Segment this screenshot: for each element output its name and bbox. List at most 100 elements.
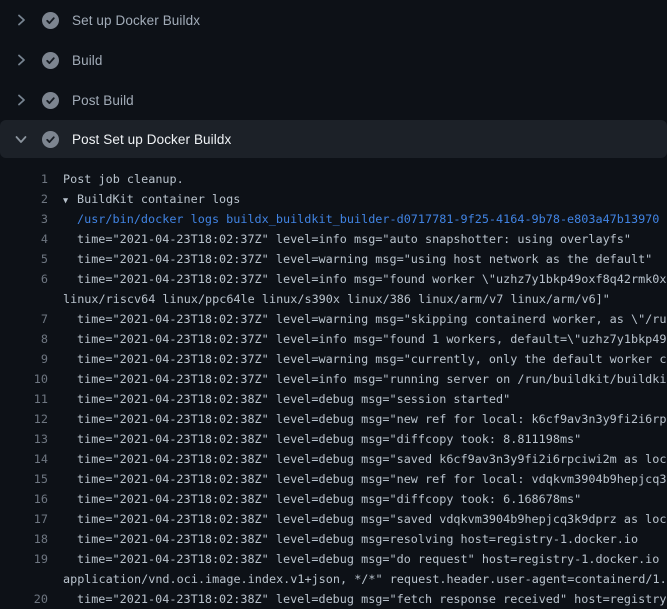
step-label: Build — [72, 53, 103, 68]
chevron-right-icon — [13, 52, 29, 68]
log-line-content: /usr/bin/docker logs buildx_buildkit_bui… — [77, 212, 659, 226]
log-line-number[interactable]: 12 — [0, 409, 48, 429]
step-label: Post Build — [72, 93, 134, 108]
log-line-text: ▼time="2021-04-23T18:02:38Z" level=debug… — [48, 409, 667, 429]
check-circle-icon — [42, 52, 59, 69]
chevron-icon — [13, 12, 29, 28]
log-line-number[interactable]: 16 — [0, 489, 48, 509]
log-line-text: ▼Post job cleanup. — [48, 169, 667, 189]
step-header-set-up-docker-buildx[interactable]: Set up Docker Buildx — [0, 0, 667, 40]
step-header-build[interactable]: Build — [0, 40, 667, 80]
log-line-content: time="2021-04-23T18:02:38Z" level=debug … — [77, 592, 667, 606]
log-line-number[interactable]: 3 — [0, 209, 48, 229]
log-line-content: time="2021-04-23T18:02:37Z" level=warnin… — [77, 352, 667, 366]
log-line-content: time="2021-04-23T18:02:38Z" level=debug … — [77, 452, 667, 466]
log-line-number[interactable]: 2 — [0, 189, 48, 209]
log-line-number[interactable]: 4 — [0, 229, 48, 249]
log-line-number[interactable]: 6 — [0, 269, 48, 289]
check-circle-icon — [42, 92, 59, 109]
log-row: 2 ▼BuildKit container logs — [0, 189, 667, 209]
log-line-text: ▼linux/riscv64 linux/ppc64le linux/s390x… — [48, 289, 667, 309]
check-circle-icon — [42, 12, 59, 29]
log-line-number[interactable]: 17 — [0, 509, 48, 529]
log-line-content: time="2021-04-23T18:02:38Z" level=debug … — [77, 532, 638, 546]
log-line-text: ▼time="2021-04-23T18:02:37Z" level=info … — [48, 229, 667, 249]
log-line-number[interactable]: 10 — [0, 369, 48, 389]
chevron-down-icon — [13, 131, 29, 147]
log-line-content: application/vnd.oci.image.index.v1+json,… — [63, 572, 667, 586]
log-row: 12 ▼time="2021-04-23T18:02:38Z" level=de… — [0, 409, 667, 429]
log-line-content: time="2021-04-23T18:02:38Z" level=debug … — [77, 512, 667, 526]
log-line-text: ▼time="2021-04-23T18:02:38Z" level=debug… — [48, 469, 667, 489]
collapse-triangle-icon[interactable]: ▼ — [63, 191, 77, 209]
log-line-number[interactable]: 13 — [0, 429, 48, 449]
log-line-text: ▼time="2021-04-23T18:02:37Z" level=info … — [48, 269, 667, 289]
log-line-content: time="2021-04-23T18:02:37Z" level=warnin… — [77, 252, 652, 266]
log-row: 13 ▼time="2021-04-23T18:02:38Z" level=de… — [0, 429, 667, 449]
log-line-content: time="2021-04-23T18:02:37Z" level=info m… — [77, 272, 667, 286]
log-line-text: ▼time="2021-04-23T18:02:38Z" level=debug… — [48, 529, 667, 549]
log-line-number[interactable]: 8 — [0, 329, 48, 349]
log-line-content: time="2021-04-23T18:02:37Z" level=info m… — [77, 332, 667, 346]
log-row: 20 ▼time="2021-04-23T18:02:38Z" level=de… — [0, 589, 667, 609]
log-row: 15 ▼time="2021-04-23T18:02:38Z" level=de… — [0, 469, 667, 489]
chevron-icon — [13, 92, 29, 108]
step-label: Post Set up Docker Buildx — [72, 132, 231, 147]
log-line-number[interactable] — [0, 289, 48, 309]
chevron-icon — [13, 52, 29, 68]
log-row: 10 ▼time="2021-04-23T18:02:37Z" level=in… — [0, 369, 667, 389]
log-row: 6 ▼time="2021-04-23T18:02:37Z" level=inf… — [0, 269, 667, 289]
log-line-text: ▼time="2021-04-23T18:02:38Z" level=debug… — [48, 489, 667, 509]
log-line-number[interactable]: 7 — [0, 309, 48, 329]
log-row: 14 ▼time="2021-04-23T18:02:38Z" level=de… — [0, 449, 667, 469]
log-line-content: time="2021-04-23T18:02:37Z" level=info m… — [77, 232, 631, 246]
log-line-text: ▼time="2021-04-23T18:02:38Z" level=debug… — [48, 509, 667, 529]
log-line-content: time="2021-04-23T18:02:38Z" level=debug … — [77, 552, 667, 566]
log-line-text: ▼time="2021-04-23T18:02:38Z" level=debug… — [48, 449, 667, 469]
step-label: Set up Docker Buildx — [72, 13, 200, 28]
log-line-content: time="2021-04-23T18:02:38Z" level=debug … — [77, 412, 667, 426]
log-row: 8 ▼time="2021-04-23T18:02:37Z" level=inf… — [0, 329, 667, 349]
log-line-content: BuildKit container logs — [77, 192, 240, 206]
log-line-content: time="2021-04-23T18:02:38Z" level=debug … — [77, 472, 667, 486]
log-line-text: ▼time="2021-04-23T18:02:37Z" level=warni… — [48, 249, 667, 269]
log-line-content: time="2021-04-23T18:02:37Z" level=info m… — [77, 372, 667, 386]
chevron-icon — [13, 131, 29, 147]
log-line-number[interactable]: 1 — [0, 169, 48, 189]
log-line-text: ▼/usr/bin/docker logs buildx_buildkit_bu… — [48, 209, 667, 229]
log-line-text: ▼time="2021-04-23T18:02:38Z" level=debug… — [48, 389, 667, 409]
log-line-number[interactable]: 11 — [0, 389, 48, 409]
log-line-text: ▼time="2021-04-23T18:02:38Z" level=debug… — [48, 429, 667, 449]
steps-list: Set up Docker Buildx Build — [0, 0, 667, 158]
log-row: ▼linux/riscv64 linux/ppc64le linux/s390x… — [0, 289, 667, 309]
log-line-content: linux/riscv64 linux/ppc64le linux/s390x … — [63, 292, 610, 306]
step-header-post-build[interactable]: Post Build — [0, 80, 667, 120]
log-line-text: ▼time="2021-04-23T18:02:37Z" level=warni… — [48, 309, 667, 329]
log-row: 3 ▼/usr/bin/docker logs buildx_buildkit_… — [0, 209, 667, 229]
log-row: 11 ▼time="2021-04-23T18:02:38Z" level=de… — [0, 389, 667, 409]
log-line-number[interactable]: 15 — [0, 469, 48, 489]
chevron-right-icon — [13, 12, 29, 28]
log-row: 7 ▼time="2021-04-23T18:02:37Z" level=war… — [0, 309, 667, 329]
log-line-number[interactable]: 5 — [0, 249, 48, 269]
log-row: 18 ▼time="2021-04-23T18:02:38Z" level=de… — [0, 529, 667, 549]
log-line-content: time="2021-04-23T18:02:38Z" level=debug … — [77, 392, 510, 406]
log-row: 1 ▼Post job cleanup. — [0, 169, 667, 189]
check-circle-icon — [42, 131, 59, 148]
log-line-text: ▼time="2021-04-23T18:02:37Z" level=info … — [48, 369, 667, 389]
log-line-content: time="2021-04-23T18:02:38Z" level=debug … — [77, 432, 581, 446]
log-line-number[interactable] — [0, 569, 48, 589]
log-line-text: ▼BuildKit container logs — [48, 189, 667, 209]
log-line-number[interactable]: 18 — [0, 529, 48, 549]
log-row: 4 ▼time="2021-04-23T18:02:37Z" level=inf… — [0, 229, 667, 249]
log-line-number[interactable]: 9 — [0, 349, 48, 369]
log-line-number[interactable]: 14 — [0, 449, 48, 469]
log-lines: 1 ▼Post job cleanup. 2 ▼BuildKit contain… — [0, 158, 667, 609]
log-line-number[interactable]: 20 — [0, 589, 48, 609]
log-row: 5 ▼time="2021-04-23T18:02:37Z" level=war… — [0, 249, 667, 269]
log-line-text: ▼time="2021-04-23T18:02:37Z" level=info … — [48, 329, 667, 349]
log-line-text: ▼time="2021-04-23T18:02:37Z" level=warni… — [48, 349, 667, 369]
log-line-number[interactable]: 19 — [0, 549, 48, 569]
step-header-post-set-up-docker-buildx[interactable]: Post Set up Docker Buildx — [0, 120, 667, 158]
log-line-text: ▼application/vnd.oci.image.index.v1+json… — [48, 569, 667, 589]
